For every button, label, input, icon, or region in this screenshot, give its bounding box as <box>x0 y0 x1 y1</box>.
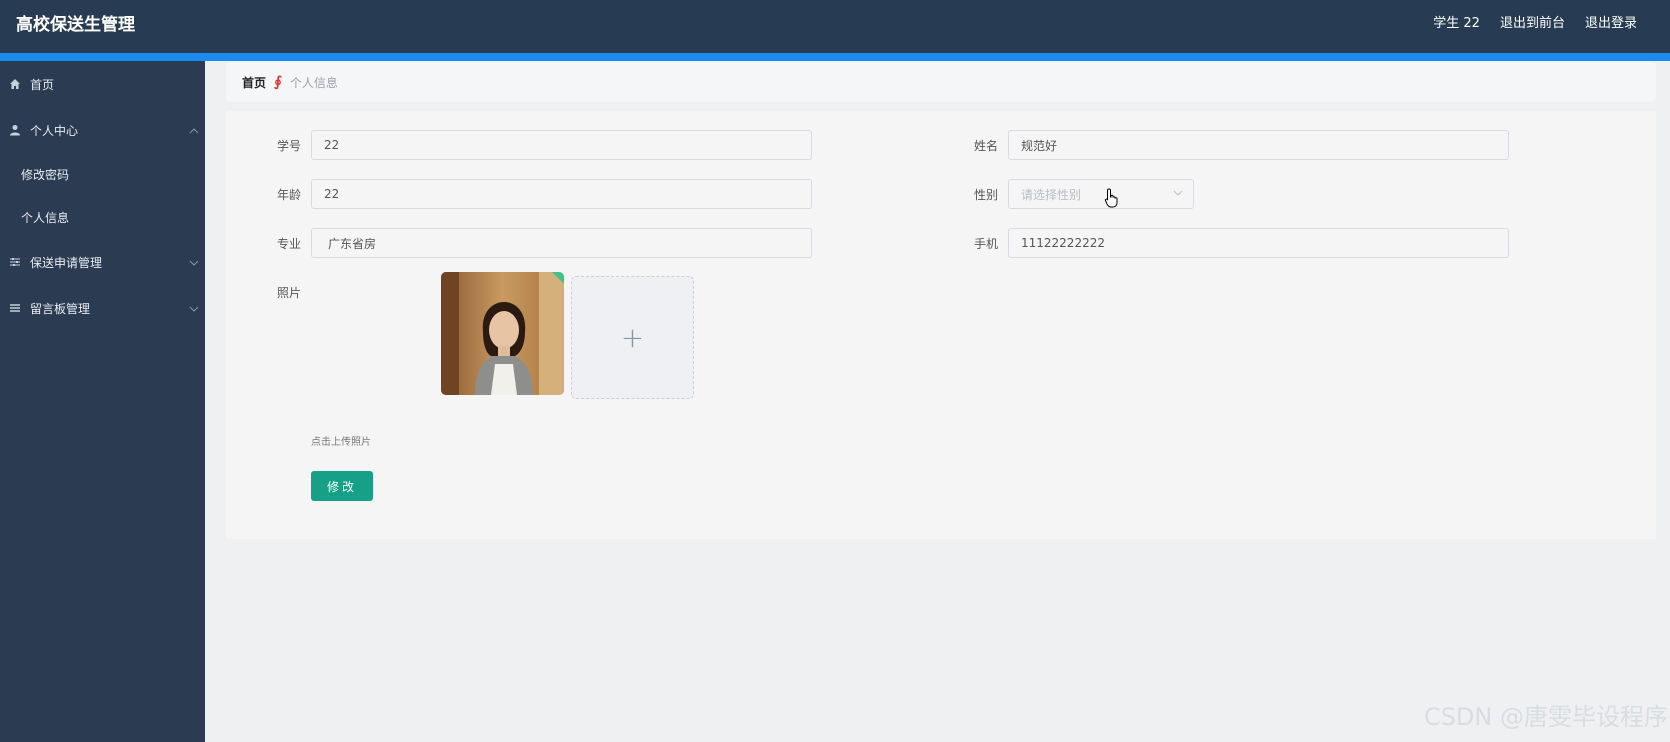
phone-input[interactable]: 11122222222 <box>1008 228 1509 258</box>
user-icon <box>8 123 22 137</box>
plus-icon: + <box>620 321 645 354</box>
header-actions: 学生 22 退出到前台 退出登录 <box>1433 12 1637 31</box>
chevron-down-icon <box>189 255 199 269</box>
student-no-label: 学号 <box>277 139 302 153</box>
sidebar-item-label: 保送申请管理 <box>30 255 103 270</box>
major-label: 专业 <box>277 237 302 251</box>
hand-cursor-icon <box>1104 188 1120 212</box>
age-input[interactable]: 22 <box>311 179 812 209</box>
sidebar-subitem-change-password[interactable]: 修改密码 <box>0 153 205 196</box>
photo-upload-button[interactable]: + <box>571 276 694 399</box>
logout-link[interactable]: 退出登录 <box>1585 12 1637 31</box>
submit-button[interactable]: 修改 <box>311 471 373 501</box>
phone-label: 手机 <box>974 237 999 251</box>
home-icon <box>8 77 22 91</box>
gender-select[interactable]: 请选择性别 <box>1008 179 1194 209</box>
sliders-icon <box>8 255 22 269</box>
student-no-input[interactable]: 22 <box>311 130 812 160</box>
chevron-down-icon <box>189 301 199 315</box>
top-header: 高校保送生管理 学生 22 退出到前台 退出登录 <box>0 0 1670 53</box>
chevron-up-icon <box>189 123 199 137</box>
sidebar-item-personal-center[interactable]: 个人中心 <box>0 107 205 153</box>
gender-label: 性别 <box>974 188 999 202</box>
sidebar-item-label: 个人中心 <box>30 123 79 138</box>
sidebar-subitem-personal-info[interactable]: 个人信息 <box>0 196 205 239</box>
photo-label: 照片 <box>277 286 302 300</box>
breadcrumb-home[interactable]: 首页 <box>242 74 266 91</box>
name-label: 姓名 <box>974 139 999 153</box>
gender-placeholder: 请选择性别 <box>1021 187 1082 202</box>
sidebar-item-message-board[interactable]: 留言板管理 <box>0 285 205 331</box>
sidebar-item-label: 首页 <box>30 77 55 92</box>
upload-tip: 点击上传照片 <box>311 437 371 448</box>
exit-to-frontend-link[interactable]: 退出到前台 <box>1500 12 1565 31</box>
uploaded-photo[interactable] <box>441 272 564 395</box>
header-accent-strip <box>0 53 1670 61</box>
sidebar-item-label: 留言板管理 <box>30 301 91 316</box>
current-user: 学生 22 <box>1433 16 1480 31</box>
app-title: 高校保送生管理 <box>16 15 135 35</box>
sidebar-item-home[interactable]: 首页 <box>0 61 205 107</box>
age-label: 年龄 <box>277 188 302 202</box>
sidebar-item-application-management[interactable]: 保送申请管理 <box>0 239 205 285</box>
sidebar: 首页 个人中心 修改密码 个人信息 保送申请管理 留言板管理 <box>0 61 205 742</box>
chevron-down-icon <box>1173 186 1183 199</box>
major-value: 广东省房 <box>328 236 377 251</box>
breadcrumb-separator-icon: ∮ <box>274 74 282 90</box>
list-icon <box>8 301 22 315</box>
watermark: CSDN @唐雯毕设程序 <box>1423 703 1668 731</box>
major-input[interactable]: 广东省房 <box>311 228 812 258</box>
breadcrumb: 首页 ∮ 个人信息 <box>226 62 1656 102</box>
personal-info-form: 学号 22 姓名 规范好 年龄 22 性别 请选择性别 专业 广东省房 手机 1… <box>226 111 1656 539</box>
breadcrumb-current: 个人信息 <box>289 75 338 90</box>
name-input[interactable]: 规范好 <box>1008 130 1509 160</box>
